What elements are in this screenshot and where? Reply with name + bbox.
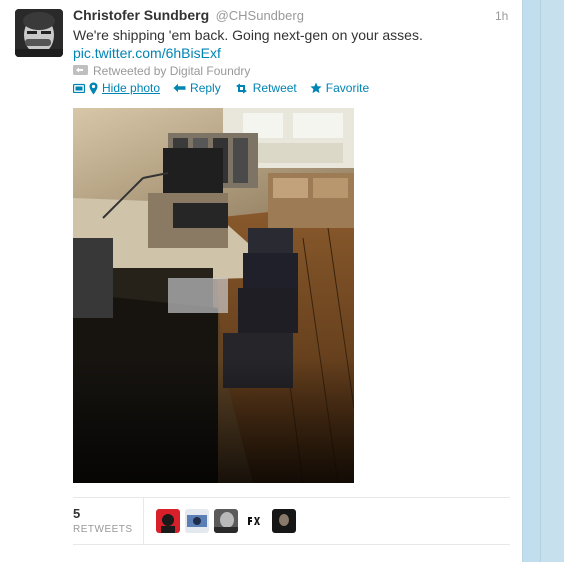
- retweet-context: Retweeted by Digital Foundry: [73, 64, 250, 78]
- retweeter-avatar[interactable]: [214, 509, 238, 533]
- favorite-star-icon: [310, 82, 322, 94]
- tweet-header: Christofer Sundberg @CHSundberg: [73, 7, 304, 25]
- location-pin-icon: [89, 82, 98, 95]
- stats-vertical-divider: [143, 498, 144, 544]
- reply-label[interactable]: Reply: [190, 81, 221, 95]
- hide-photo-action[interactable]: Hide photo: [73, 81, 160, 95]
- retweet-icon: [234, 83, 249, 94]
- retweeter-avatars: [156, 509, 296, 533]
- retweeter-avatar[interactable]: [156, 509, 180, 533]
- retweet-context-text[interactable]: Retweeted by Digital Foundry: [93, 64, 250, 78]
- tweet-photo[interactable]: [73, 108, 354, 483]
- photo-icon: [73, 83, 85, 93]
- stats-bottom-divider: [73, 544, 510, 545]
- reply-arrow-icon: [173, 83, 186, 93]
- retweeter-avatar[interactable]: [272, 509, 296, 533]
- retweeter-avatar[interactable]: [243, 509, 267, 533]
- hide-photo-label[interactable]: Hide photo: [102, 81, 160, 95]
- favorite-label[interactable]: Favorite: [326, 81, 369, 95]
- retweets-count[interactable]: 5: [73, 506, 80, 521]
- author-fullname[interactable]: Christofer Sundberg: [73, 7, 209, 23]
- retweet-label[interactable]: Retweet: [253, 81, 297, 95]
- reply-action[interactable]: Reply: [173, 81, 221, 95]
- tweet-photo-link[interactable]: pic.twitter.com/6hBisExf: [73, 44, 493, 62]
- favorite-action[interactable]: Favorite: [310, 81, 369, 95]
- tweet-card: Christofer Sundberg @CHSundberg 1h We're…: [0, 0, 523, 562]
- retweets-label[interactable]: RETWEETS: [73, 524, 133, 535]
- author-avatar[interactable]: [15, 9, 63, 57]
- tweet-body: We're shipping 'em back. Going next-gen …: [73, 27, 423, 43]
- stats-top-divider: [73, 497, 510, 498]
- retweeter-avatar[interactable]: [185, 509, 209, 533]
- tweet-timestamp[interactable]: 1h: [495, 9, 508, 23]
- retweet-action[interactable]: Retweet: [234, 81, 297, 95]
- retweet-context-icon: [73, 64, 88, 78]
- tweet-actions: Hide photo Reply Retweet Favorite: [73, 81, 382, 95]
- tweet-text: We're shipping 'em back. Going next-gen …: [73, 26, 493, 62]
- page-side-strip: [540, 0, 564, 562]
- author-username[interactable]: @CHSundberg: [216, 8, 304, 23]
